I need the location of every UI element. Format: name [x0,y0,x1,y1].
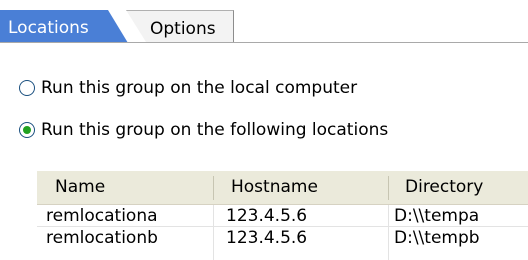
tab-divider [0,42,528,43]
cell-name: remlocationb [46,228,158,248]
tab-options[interactable]: Options [126,10,234,42]
radio-selected-dot [23,126,31,134]
column-header-name[interactable]: Name [55,177,105,197]
column-header-directory[interactable]: Directory [405,177,483,197]
tab-bar: Locations Options [0,0,528,44]
tab-locations[interactable]: Locations [0,10,128,43]
radio-button-following[interactable] [19,122,35,138]
tab-options-label: Options [150,19,216,39]
cell-name: remlocationa [46,206,158,226]
column-header-hostname[interactable]: Hostname [231,177,318,197]
column-gridline [213,205,214,260]
cell-hostname: 123.4.5.6 [226,206,308,226]
radio-label-local: Run this group on the local computer [41,78,358,98]
cell-directory: D:\\tempb [394,228,480,248]
table-row[interactable]: remlocationa 123.4.5.6 D:\\tempa [37,205,528,227]
cell-directory: D:\\tempa [394,206,480,226]
cell-hostname: 123.4.5.6 [226,228,308,248]
radio-label-following: Run this group on the following location… [41,120,389,140]
radio-option-following[interactable]: Run this group on the following location… [19,120,388,140]
locations-table: Name Hostname Directory remlocationa 123… [37,171,528,260]
tab-locations-label: Locations [8,18,89,38]
column-gridline [388,205,389,260]
radio-option-local[interactable]: Run this group on the local computer [19,78,357,98]
table-header: Name Hostname Directory [37,171,528,205]
column-separator[interactable] [213,176,214,200]
radio-button-local[interactable] [19,80,35,96]
table-row[interactable]: remlocationb 123.4.5.6 D:\\tempb [37,227,528,249]
column-separator[interactable] [388,176,389,200]
